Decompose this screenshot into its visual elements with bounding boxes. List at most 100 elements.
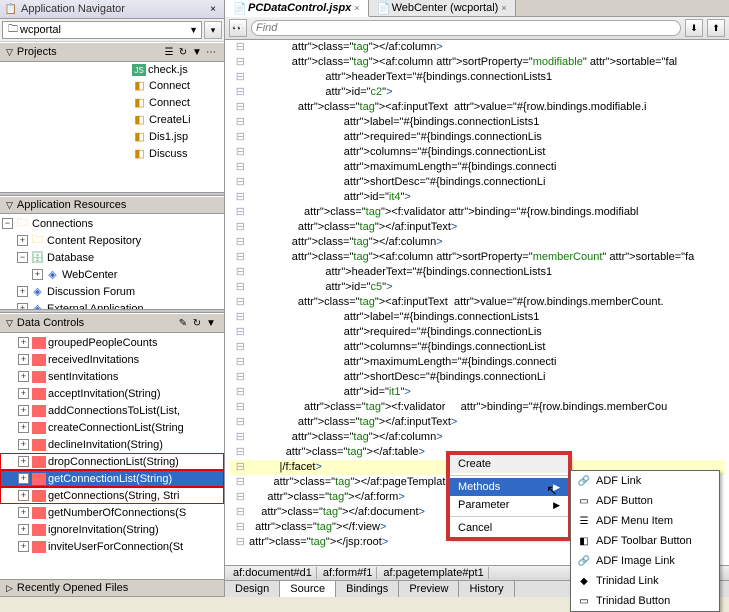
path-segment[interactable]: af:pagetemplate#pt1 <box>379 567 488 579</box>
app-resources-header[interactable]: ▽ Application Resources <box>0 196 224 214</box>
code-line[interactable]: ⊟ attr">headerText="#{bindings.connectio… <box>229 70 725 85</box>
code-line[interactable]: ⊟ attr">label="#{bindings.connectionList… <box>229 310 725 325</box>
code-line[interactable]: ⊟ attr">class="tag"><f:validator attr">b… <box>229 205 725 220</box>
close-icon[interactable]: × <box>354 3 359 13</box>
data-control-item[interactable]: +inviteUserForConnection(St <box>0 538 224 555</box>
tree-item[interactable]: +🗀Content Repository <box>0 232 224 249</box>
data-control-item[interactable]: +getNumberOfConnections(S <box>0 504 224 521</box>
code-line[interactable]: ⊟ attr">class="tag"></af:inputText> <box>229 415 725 430</box>
code-line[interactable]: ⊟ attr">maximumLength="#{bindings.connec… <box>229 355 725 370</box>
submenu-item[interactable]: ☰ADF Menu Item <box>571 511 719 531</box>
app-dropdown-icon[interactable]: 🗀 <box>6 23 20 37</box>
ctx-item[interactable]: Parameter▶ <box>450 496 568 514</box>
close-icon[interactable]: × <box>206 2 220 16</box>
data-control-item[interactable]: +ignoreInvitation(String) <box>0 521 224 538</box>
data-control-item[interactable]: +getConnectionList(String) <box>0 470 224 487</box>
data-control-item[interactable]: +groupedPeopleCounts <box>0 334 224 351</box>
tree-item[interactable]: +◈WebCenter <box>0 266 224 283</box>
expander-icon[interactable]: + <box>32 269 43 280</box>
code-line[interactable]: ⊟ attr">class="tag"><af:inputText attr">… <box>229 100 725 115</box>
projects-header[interactable]: ▽ Projects ☰ ↻ ▼ ⋯ <box>0 42 224 62</box>
code-line[interactable]: ⊟ attr">required="#{bindings.connectionL… <box>229 130 725 145</box>
code-line[interactable]: ⊟ attr">id="c5"> <box>229 280 725 295</box>
tree-item[interactable]: ◧Connect <box>0 77 224 94</box>
expander-icon[interactable]: + <box>18 439 29 450</box>
filter-icon[interactable]: ☰ <box>162 45 176 59</box>
tree-item[interactable]: −🗀Connections <box>0 215 224 232</box>
code-line[interactable]: ⊟ attr">label="#{bindings.connectionList… <box>229 115 725 130</box>
tree-item[interactable]: ◧CreateLi <box>0 111 224 128</box>
view-tab-preview[interactable]: Preview <box>399 581 459 597</box>
view-tab-history[interactable]: History <box>459 581 514 597</box>
code-line[interactable]: ⊟ attr">class="tag"><f:validator attr">b… <box>229 400 725 415</box>
code-line[interactable]: ⊟ attr">shortDesc="#{bindings.connection… <box>229 370 725 385</box>
data-control-item[interactable]: +addConnectionsToList(List, <box>0 402 224 419</box>
code-line[interactable]: ⊟ attr">class="tag"><af:inputText attr">… <box>229 295 725 310</box>
find-field[interactable] <box>251 20 681 36</box>
code-line[interactable]: ⊟ attr">headerText="#{bindings.connectio… <box>229 265 725 280</box>
data-control-item[interactable]: +receivedInvitations <box>0 351 224 368</box>
ctx-item[interactable]: Methods▶ <box>450 478 568 496</box>
view-tab-source[interactable]: Source <box>280 581 336 597</box>
tree-item[interactable]: +◈External Application <box>0 300 224 309</box>
data-control-item[interactable]: +declineInvitation(String) <box>0 436 224 453</box>
binoculars-icon[interactable]: 👀 <box>229 19 247 37</box>
editor-tab[interactable]: 📄PCDataControl.jspx× <box>225 0 369 17</box>
code-line[interactable]: ⊟ attr">id="it4"> <box>229 190 725 205</box>
expander-icon[interactable]: + <box>18 371 29 382</box>
submenu-item[interactable]: ▭ADF Button <box>571 491 719 511</box>
data-controls-tree[interactable]: +groupedPeopleCounts+receivedInvitations… <box>0 333 224 579</box>
edit-icon[interactable]: ✎ <box>176 316 190 330</box>
submenu-item[interactable]: ◧ADF Toolbar Button <box>571 531 719 551</box>
view-tab-bindings[interactable]: Bindings <box>336 581 399 597</box>
data-controls-header[interactable]: ▽ Data Controls ✎ ↻ ▼ <box>0 313 224 333</box>
code-line[interactable]: ⊟ attr">class="tag"></af:column> <box>229 235 725 250</box>
ctx-cancel[interactable]: Cancel <box>450 519 568 537</box>
code-line[interactable]: ⊟ attr">class="tag"><af:column attr">sor… <box>229 55 725 70</box>
refresh-icon[interactable]: ↻ <box>190 316 204 330</box>
refresh-icon[interactable]: ↻ <box>176 45 190 59</box>
data-control-item[interactable]: +dropConnectionList(String) <box>0 453 224 470</box>
expander-icon[interactable]: + <box>17 286 28 297</box>
app-resources-tree[interactable]: −🗀Connections+🗀Content Repository−🗄Datab… <box>0 214 224 309</box>
view-tab-design[interactable]: Design <box>225 581 280 597</box>
submenu-item[interactable]: 🔗ADF Image Link <box>571 551 719 571</box>
funnel-icon[interactable]: ▼ <box>204 316 218 330</box>
projects-tree[interactable]: JScheck.js◧Connect◧Connect◧CreateLi◧Dis1… <box>0 62 224 192</box>
expander-icon[interactable]: + <box>18 473 29 484</box>
code-line[interactable]: ⊟ attr">maximumLength="#{bindings.connec… <box>229 160 725 175</box>
find-input[interactable] <box>256 22 676 34</box>
tree-item[interactable]: ◧Connect <box>0 94 224 111</box>
expander-icon[interactable]: + <box>18 541 29 552</box>
expander-icon[interactable]: + <box>18 507 29 518</box>
tree-item[interactable]: ◧Dis1.jsp <box>0 128 224 145</box>
editor-tab[interactable]: 📄WebCenter (wcportal)× <box>369 0 516 16</box>
search-input[interactable] <box>20 24 189 36</box>
submenu-item[interactable]: 🔗ADF Link <box>571 471 719 491</box>
expander-icon[interactable]: − <box>2 218 13 229</box>
menu-icon[interactable]: ⋯ <box>204 45 218 59</box>
code-line[interactable]: ⊟ attr">class="tag"><af:column attr">sor… <box>229 250 725 265</box>
submenu-item[interactable]: ◆Trinidad Link <box>571 571 719 591</box>
expander-icon[interactable]: + <box>18 354 29 365</box>
data-control-item[interactable]: +getConnections(String, Stri <box>0 487 224 504</box>
code-line[interactable]: ⊟ attr">id="it1"> <box>229 385 725 400</box>
expander-icon[interactable]: + <box>18 337 29 348</box>
nav-up-icon[interactable]: ⬆ <box>707 19 725 37</box>
code-line[interactable]: ⊟ attr">required="#{bindings.connectionL… <box>229 325 725 340</box>
code-line[interactable]: ⊟ attr">class="tag"></af:column> <box>229 430 725 445</box>
recent-files-header[interactable]: ▷ Recently Opened Files <box>0 579 224 597</box>
tree-item[interactable]: +◈Discussion Forum <box>0 283 224 300</box>
code-line[interactable]: ⊟ attr">columns="#{bindings.connectionLi… <box>229 340 725 355</box>
submenu-item[interactable]: ▭Trinidad Button <box>571 591 719 611</box>
code-line[interactable]: ⊟ attr">class="tag"></af:inputText> <box>229 220 725 235</box>
chevron-down-icon[interactable]: ▼ <box>189 25 198 35</box>
new-app-icon[interactable]: ▾ <box>204 21 222 39</box>
funnel-icon[interactable]: ▼ <box>190 45 204 59</box>
data-control-item[interactable]: +createConnectionList(String <box>0 419 224 436</box>
code-line[interactable]: ⊟ attr">shortDesc="#{bindings.connection… <box>229 175 725 190</box>
path-segment[interactable]: af:document#d1 <box>229 567 317 579</box>
close-icon[interactable]: × <box>501 3 506 13</box>
code-line[interactable]: ⊟ attr">columns="#{bindings.connectionLi… <box>229 145 725 160</box>
nav-down-icon[interactable]: ⬇ <box>685 19 703 37</box>
